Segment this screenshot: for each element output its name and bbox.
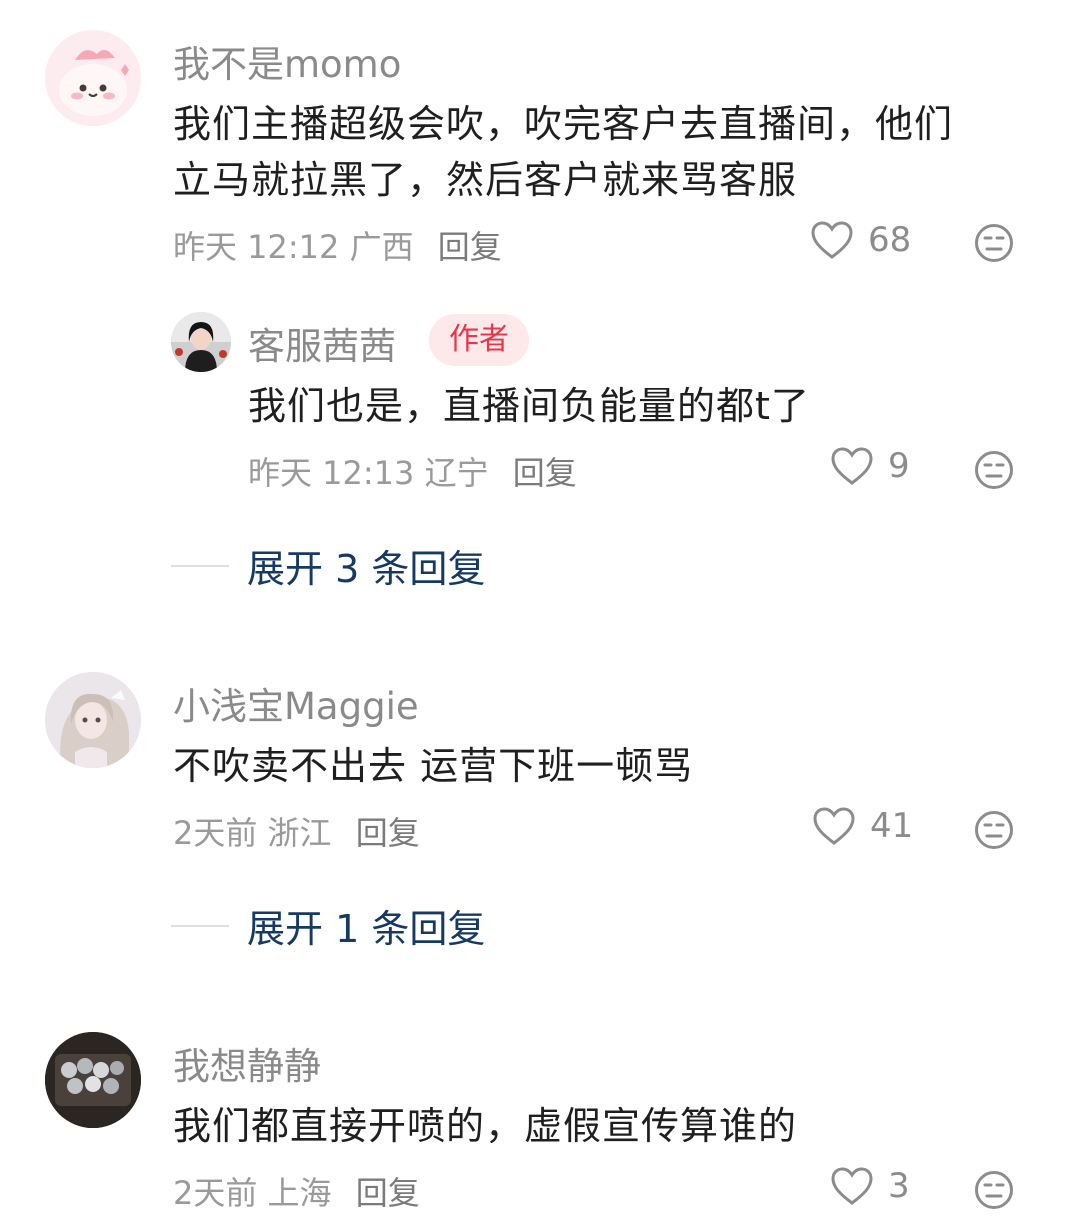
avatar-illustrated-girl-image	[45, 672, 141, 768]
reply-meta: 昨天 12:13 辽宁 回复	[248, 448, 577, 494]
timestamp: 昨天 12:12	[173, 228, 340, 266]
like-button[interactable]: 3	[830, 1166, 910, 1206]
comment-meta: 2天前 浙江 回复	[173, 808, 420, 854]
reply-text: 我们也是，直播间负能量的都t了	[248, 384, 810, 428]
avatar[interactable]	[45, 672, 141, 768]
comment-text-line: 我们都直接开喷的，虚假宣传算谁的	[173, 1104, 798, 1148]
avatar[interactable]	[45, 30, 141, 126]
like-count: 41	[870, 806, 914, 846]
reply-button[interactable]: 回复	[356, 1174, 420, 1212]
username[interactable]: 小浅宝Maggie	[173, 676, 419, 730]
expand-replies-button[interactable]: 展开 3 条回复	[171, 538, 485, 593]
comment-text-line: 我们主播超级会吹，吹完客户去直播间，他们	[173, 102, 954, 146]
reply-button[interactable]: 回复	[513, 454, 577, 492]
like-button[interactable]: 9	[830, 446, 910, 486]
heart-outline-icon	[813, 807, 855, 845]
comment-text: 我们主播超级会吹，吹完客户去直播间，他们 立马就拉黑了，然后客户就来骂客服	[173, 96, 953, 208]
comment-text: 我们都直接开喷的，虚假宣传算谁的	[173, 1098, 797, 1154]
timestamp: 昨天 12:13	[248, 454, 415, 492]
avatar-pink-mascot-image	[45, 30, 141, 126]
expand-replies-label: 展开 1 条回复	[247, 907, 486, 951]
heart-outline-icon	[811, 221, 853, 259]
comment-text-line: 立马就拉黑了，然后客户就来骂客服	[173, 158, 798, 202]
heart-outline-icon	[831, 1167, 873, 1205]
reply-button[interactable]: 回复	[356, 814, 420, 852]
comment-meta: 2天前 上海 回复	[173, 1168, 420, 1214]
location: 辽宁	[424, 454, 489, 492]
like-button[interactable]: 41	[812, 806, 913, 846]
comment-text: 不吹卖不出去 运营下班一顿骂	[173, 738, 693, 794]
expand-replies-label: 展开 3 条回复	[247, 547, 486, 591]
meh-face-icon	[975, 451, 1013, 489]
divider-line	[171, 564, 229, 567]
like-count: 3	[888, 1166, 910, 1206]
meh-face-icon	[975, 1171, 1013, 1209]
dislike-button[interactable]	[974, 450, 1014, 494]
reply-button[interactable]: 回复	[438, 228, 502, 266]
avatar-coins-image	[45, 1032, 141, 1128]
avatar[interactable]	[45, 1032, 141, 1128]
comment-meta: 昨天 12:12 广西 回复	[173, 222, 502, 268]
author-badge: 作者	[429, 314, 529, 366]
meh-face-icon	[975, 224, 1013, 262]
like-button[interactable]: 68	[810, 220, 911, 260]
timestamp: 2天前	[173, 1174, 258, 1212]
like-count: 9	[888, 446, 910, 486]
heart-outline-icon	[831, 447, 873, 485]
expand-replies-button[interactable]: 展开 1 条回复	[171, 898, 485, 953]
username[interactable]: 我不是momo	[173, 34, 401, 88]
avatar[interactable]	[171, 312, 231, 372]
meh-face-icon	[975, 811, 1013, 849]
comment-text-line: 不吹卖不出去 运营下班一顿骂	[173, 744, 694, 788]
username[interactable]: 我想静静	[173, 1036, 321, 1090]
location: 广西	[349, 228, 414, 266]
location: 浙江	[267, 814, 332, 852]
reply-username[interactable]: 客服茜茜	[248, 316, 396, 370]
avatar-photo-image	[171, 312, 231, 372]
divider-line	[171, 924, 229, 927]
dislike-button[interactable]	[974, 1170, 1014, 1214]
location: 上海	[267, 1174, 332, 1212]
timestamp: 2天前	[173, 814, 258, 852]
dislike-button[interactable]	[974, 810, 1014, 854]
dislike-button[interactable]	[974, 223, 1014, 267]
like-count: 68	[868, 220, 912, 260]
